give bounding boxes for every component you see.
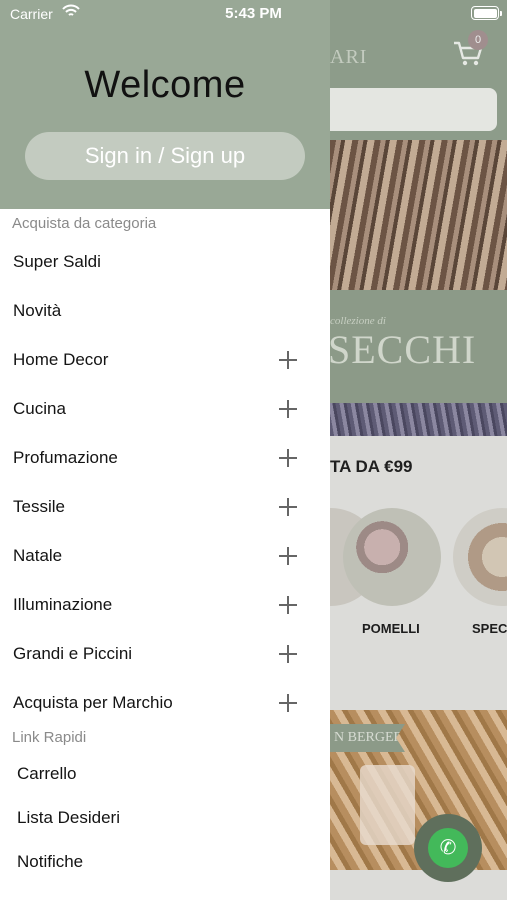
menu-item-novita[interactable]: Novità	[0, 289, 330, 333]
expand-plus-icon[interactable]	[279, 694, 297, 712]
quick-link-label: Lista Desideri	[17, 808, 120, 827]
section-label-quick-links: Link Rapidi	[12, 729, 87, 746]
hero-title: SECCHI	[328, 327, 477, 372]
drawer-header: Welcome Sign in / Sign up	[0, 0, 330, 209]
menu-item-profumazione[interactable]: Profumazione	[0, 436, 330, 480]
expand-plus-icon[interactable]	[279, 498, 297, 516]
expand-plus-icon[interactable]	[279, 449, 297, 467]
menu-item-super-saldi[interactable]: Super Saldi	[0, 240, 330, 284]
menu-item-label: Home Decor	[13, 350, 109, 369]
hero-image	[330, 140, 507, 290]
quick-link-lista-desideri[interactable]: Lista Desideri	[0, 798, 330, 838]
menu-item-natale[interactable]: Natale	[0, 534, 330, 578]
promo-text: TA DA €99	[330, 457, 413, 476]
quick-link-notifiche[interactable]: Notifiche	[0, 842, 330, 882]
menu-item-illuminazione[interactable]: Illuminazione	[0, 583, 330, 627]
side-drawer: Welcome Sign in / Sign up Acquista da ca…	[0, 0, 330, 900]
menu-item-cucina[interactable]: Cucina	[0, 387, 330, 431]
menu-item-acquista-per-marchio[interactable]: Acquista per Marchio	[0, 681, 330, 725]
expand-plus-icon[interactable]	[279, 645, 297, 663]
sign-in-button[interactable]: Sign in / Sign up	[25, 132, 305, 180]
menu-item-label: Grandi e Piccini	[13, 644, 133, 663]
menu-item-label: Super Saldi	[13, 252, 101, 271]
status-time: 5:43 PM	[225, 5, 282, 22]
menu-item-label: Cucina	[13, 399, 66, 418]
category-circle-pomelli[interactable]	[343, 508, 441, 606]
expand-plus-icon[interactable]	[279, 351, 297, 369]
category-label: SPEC	[472, 621, 507, 636]
menu-item-grandi-e-piccini[interactable]: Grandi e Piccini	[0, 632, 330, 676]
menu-item-label: Novità	[13, 301, 62, 320]
expand-plus-icon[interactable]	[279, 547, 297, 565]
brand-logo: ARI	[330, 46, 368, 68]
section-label-categories: Acquista da categoria	[12, 215, 157, 232]
welcome-title: Welcome	[84, 64, 246, 106]
expand-plus-icon[interactable]	[279, 596, 297, 614]
menu-item-label: Natale	[13, 546, 63, 565]
quick-link-carrello[interactable]: Carrello	[0, 754, 330, 794]
menu-item-label: Profumazione	[13, 448, 118, 467]
menu-item-home-decor[interactable]: Home Decor	[0, 338, 330, 382]
category-circle-spec[interactable]	[453, 508, 507, 606]
quick-link-label: Carrello	[17, 764, 77, 783]
menu-item-tessile[interactable]: Tessile	[0, 485, 330, 529]
quick-link-label: Notifiche	[17, 852, 84, 871]
whatsapp-icon: ✆	[428, 828, 468, 868]
menu-item-label: Acquista per Marchio	[13, 693, 173, 712]
banner-tag: N BERGER	[330, 724, 405, 752]
menu-item-label: Illuminazione	[13, 595, 113, 614]
hero-image-lavender	[330, 403, 507, 436]
status-bar: Carrier 5:43 PM	[0, 0, 507, 28]
menu-item-label: Tessile	[13, 497, 65, 516]
cart-count-badge: 0	[468, 30, 488, 50]
category-label: POMELLI	[362, 621, 420, 636]
expand-plus-icon[interactable]	[279, 400, 297, 418]
battery-icon	[471, 6, 502, 20]
banner-product-image	[360, 765, 415, 845]
